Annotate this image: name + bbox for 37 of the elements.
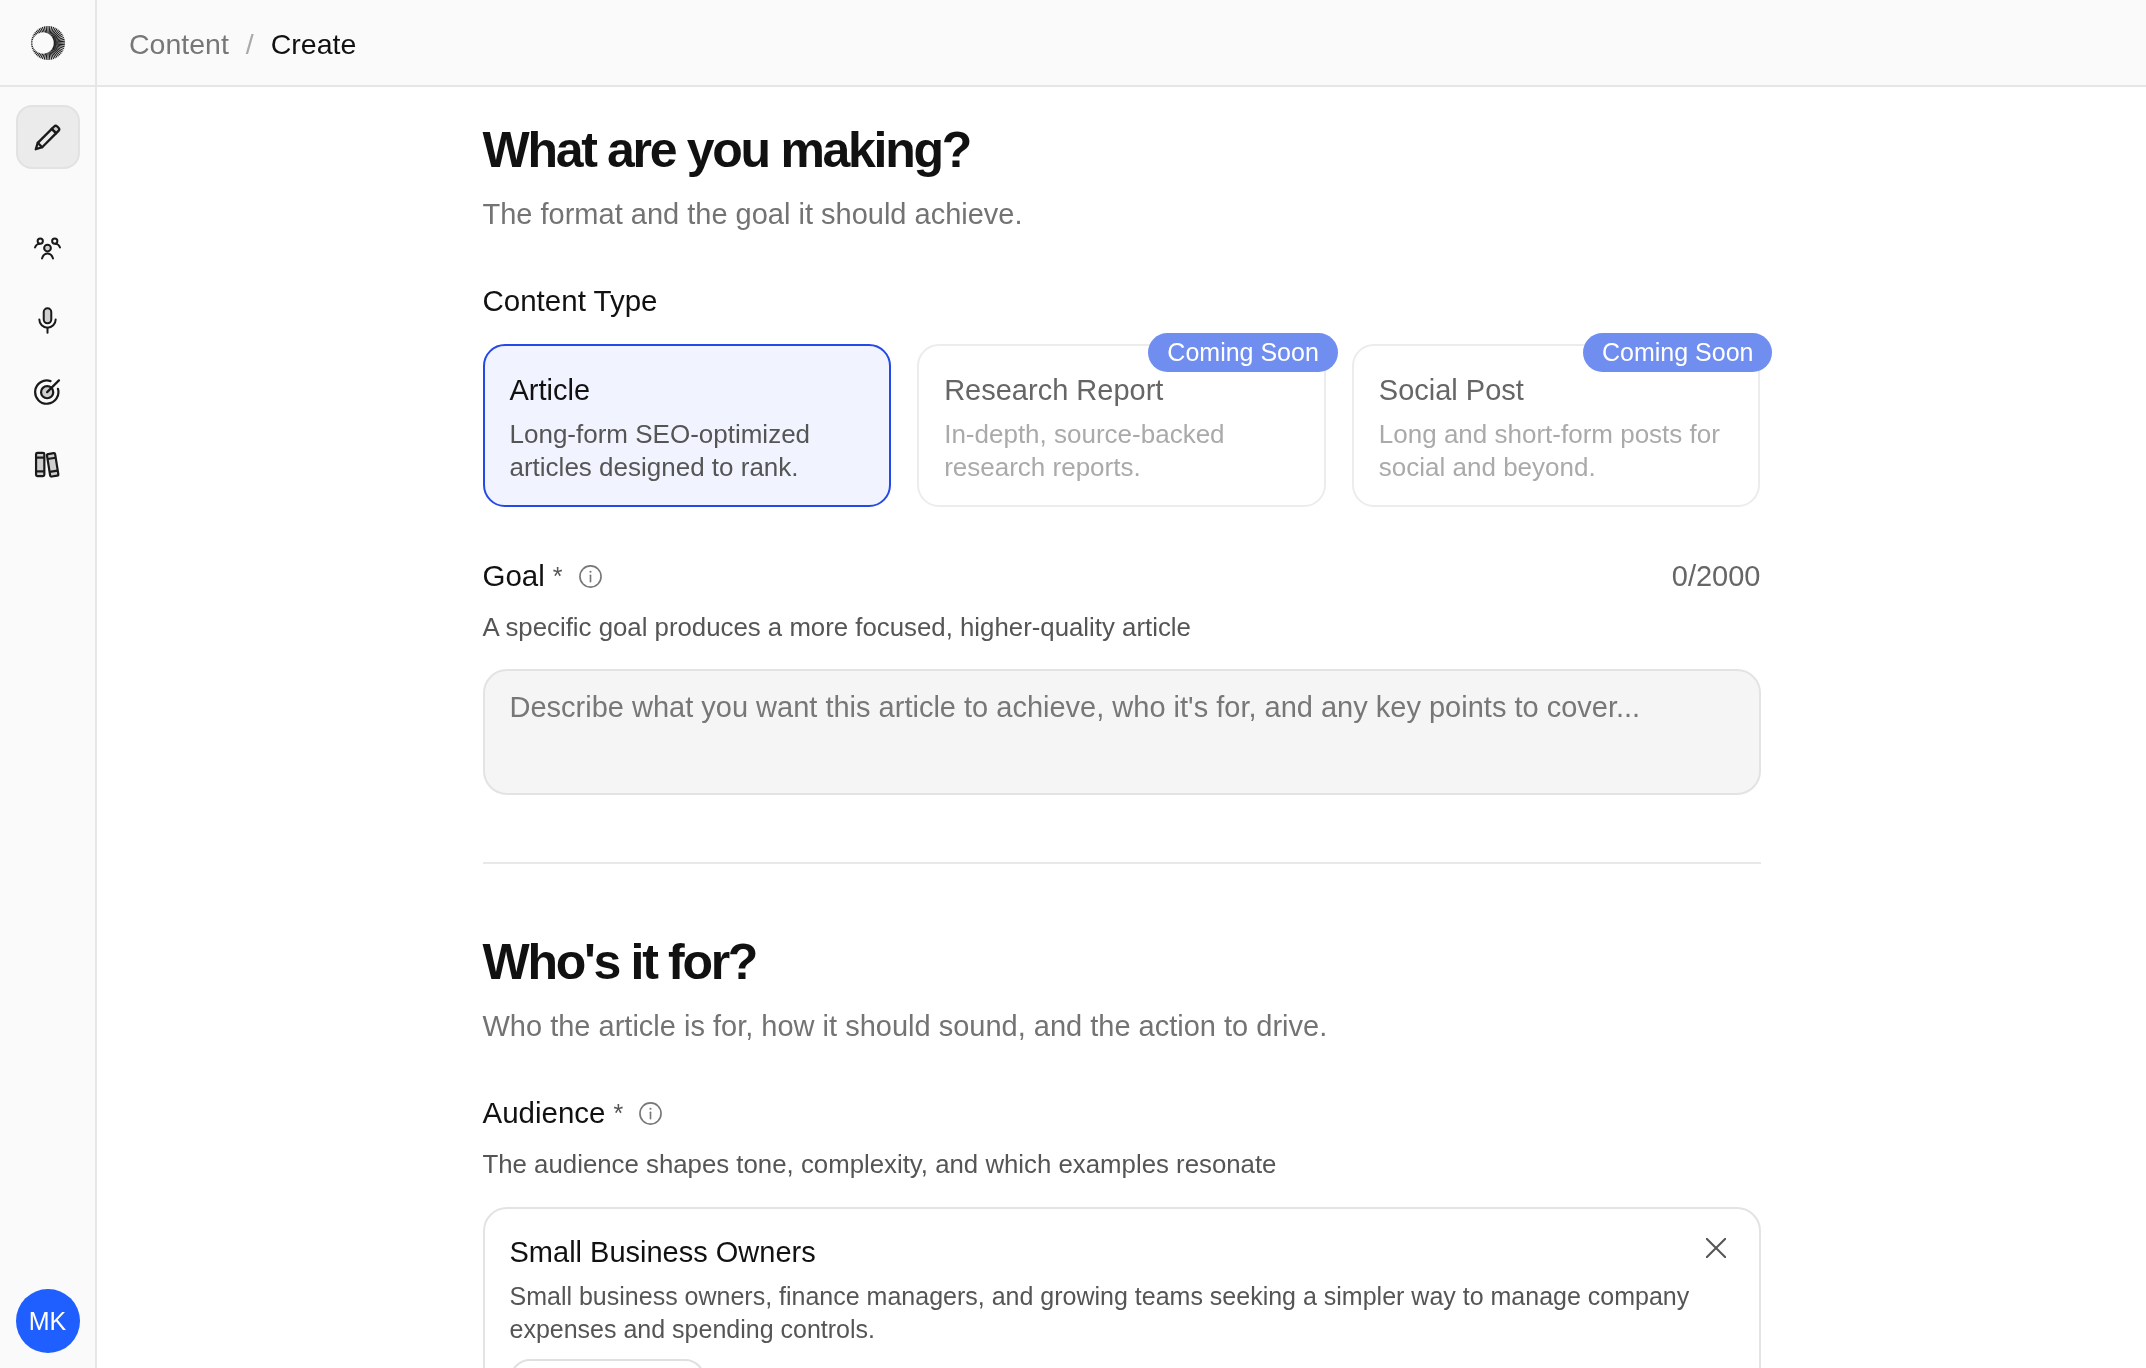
breadcrumb-current: Create: [270, 28, 357, 61]
info-icon[interactable]: [578, 564, 602, 588]
logo-icon: [30, 25, 65, 60]
goal-input[interactable]: Describe what you want this article to achieve, who it's for, and any key points to cover...: [482, 669, 1761, 795]
avatar[interactable]: MK: [15, 1289, 80, 1353]
pencil-icon: [34, 123, 61, 151]
sidebar-item[interactable]: [15, 105, 80, 169]
option-card[interactable]: Article Long-form SEO-optimized articles designed to rank.: [482, 344, 892, 507]
field-label: Content Type: [482, 283, 658, 319]
field-hint: A specific goal produces a more focused, higher-quality article: [482, 612, 1192, 643]
section-subtitle: The format and the goal it should achieve.: [482, 197, 1024, 232]
info-icon[interactable]: [639, 1101, 663, 1125]
section-title: What are you making?: [482, 121, 971, 180]
card-title: Small Business Owners: [509, 1235, 816, 1270]
required-mark: *: [613, 1098, 624, 1128]
books-icon: [34, 450, 61, 478]
card-description: Long and short-form posts for social and beyond.: [1378, 418, 1721, 484]
field-label: Goal: [482, 558, 545, 594]
card-title: Article: [509, 373, 591, 408]
required-mark: *: [552, 561, 563, 591]
breadcrumb-separator: /: [245, 28, 254, 61]
target-icon: [34, 378, 61, 406]
card-description: Long-form SEO-optimized articles designed to rank.: [509, 418, 812, 484]
field-label: Audience: [482, 1095, 606, 1131]
status-badge: Coming Soon: [1148, 333, 1338, 372]
card-title: Research Report: [944, 373, 1164, 408]
character-counter: 0/2000: [1671, 559, 1761, 593]
section-title: Who's it for?: [482, 933, 758, 992]
status-badge: Coming Soon: [1583, 333, 1773, 372]
people-icon: [34, 234, 61, 262]
breadcrumb-link[interactable]: Content: [129, 28, 229, 61]
card-description: In-depth, source-backed research reports.: [944, 418, 1226, 484]
section-subtitle: Who the article is for, how it should sound, and the action to drive.: [482, 1009, 1329, 1044]
close-icon: [1705, 1238, 1726, 1258]
card-title: Social Post: [1378, 373, 1524, 408]
field-hint: The audience shapes tone, complexity, and which examples resonate: [482, 1149, 1278, 1180]
card-description: Small business owners, finance managers, and growing teams seeking a simpler way to manage company expenses and spending controls.: [509, 1281, 1691, 1345]
